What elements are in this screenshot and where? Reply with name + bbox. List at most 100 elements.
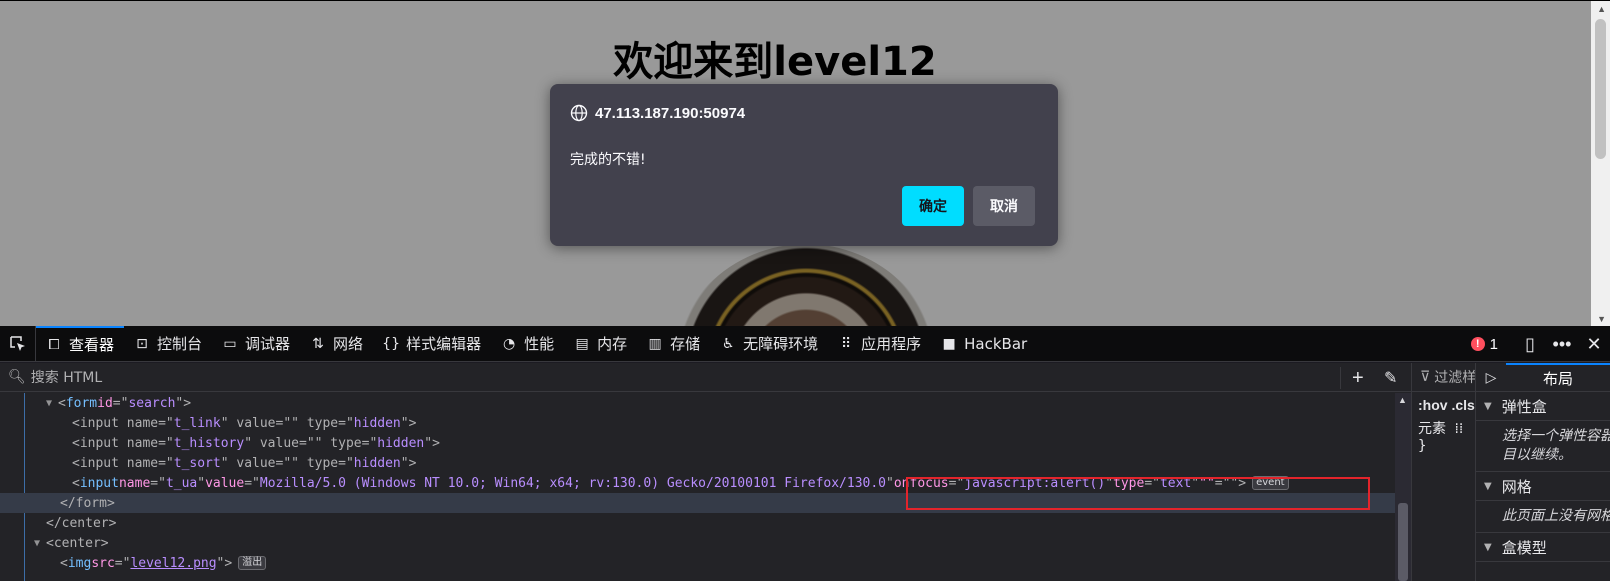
tree-node-img[interactable]: < img src =" level12.png "> 溢出 [0, 553, 1395, 573]
expand-toggle-icon[interactable]: ▼ [46, 398, 58, 409]
devtools-panel: ⧠ 查看器 ⊡ 控制台 ▭ 调试器 ⇅ 网络 {} 样式编辑器 ◔ 性能 ▤ 内… [0, 325, 1610, 581]
tab-layout[interactable]: 布局 [1506, 363, 1610, 392]
element-rule: 元素 ⁞⁞ [1412, 418, 1475, 438]
tree-node-input[interactable]: <input name=" t_link " value=" " type=" hidd… [0, 413, 1395, 433]
filter-input[interactable]: 过滤样式 [1434, 367, 1475, 387]
tab-style-editor[interactable]: {} 样式编辑器 [373, 326, 491, 362]
dialog-origin: 47.113.187.190:50974 [570, 104, 745, 122]
tab-accessibility[interactable]: ♿ 无障碍环境 [710, 326, 828, 362]
tree-node-form[interactable]: ▼ < form id =" search "> [0, 393, 1395, 413]
tab-label: 调试器 [245, 335, 291, 353]
error-counter[interactable]: ! 1 [1470, 335, 1498, 353]
tree-node-input[interactable]: <input name=" t_sort " value=" " type=" hidd… [0, 453, 1395, 473]
tab-debugger[interactable]: ▭ 调试器 [212, 326, 300, 362]
tab-label: 内存 [597, 335, 628, 353]
markup-pane: 🔍︎ 搜索 HTML + ✎ ▼ < form id =" search "> <inpu… [0, 363, 1411, 581]
eyedropper-icon[interactable]: ✎ [1384, 368, 1397, 388]
console-icon: ⊡ [136, 335, 148, 352]
tree-node-center[interactable]: ▼ <center> [0, 533, 1395, 553]
expand-toggle-icon[interactable]: ▼ [34, 538, 46, 549]
img-src-link[interactable]: level12.png [130, 556, 216, 571]
tab-label: 网络 [333, 335, 364, 353]
flexbox-section-header[interactable]: ▼ 弹性盒 [1476, 392, 1610, 421]
tab-hackbar[interactable]: ■ HackBar [931, 326, 1037, 362]
tree-node-center-close[interactable]: </center> [0, 513, 1395, 533]
rules-filter[interactable]: ⊽ 过滤样式 [1412, 363, 1475, 392]
globe-icon [570, 104, 588, 122]
tab-console[interactable]: ⊡ 控制台 [124, 326, 212, 362]
filter-icon: ⊽ [1420, 369, 1431, 385]
application-icon: ⠿ [841, 335, 852, 352]
tab-label: 应用程序 [861, 335, 922, 353]
page-scroll-thumb[interactable] [1595, 19, 1606, 159]
element-picker-button[interactable] [0, 325, 36, 362]
tab-label: 存储 [670, 335, 701, 353]
tab-label: 性能 [524, 335, 555, 353]
alert-dialog: 47.113.187.190:50974 完成的不错! 确定 取消 [550, 84, 1058, 246]
tab-storage[interactable]: ▥ 存储 [637, 326, 710, 362]
cancel-button[interactable]: 取消 [973, 186, 1035, 226]
divider [1340, 367, 1341, 389]
tree-scroll-thumb[interactable] [1398, 503, 1408, 581]
storage-icon: ▥ [648, 335, 662, 352]
annotation-highlight-box [906, 477, 1370, 510]
grid-section-header[interactable]: ▼ 网格 [1476, 472, 1610, 501]
tab-inspector[interactable]: ⧠ 查看器 [36, 325, 125, 362]
responsive-design-button[interactable]: ▯ [1514, 326, 1546, 362]
ok-button[interactable]: 确定 [902, 186, 964, 226]
error-count: 1 [1489, 335, 1498, 353]
page-scrollbar[interactable]: ▲ ▼ [1591, 1, 1610, 326]
rule-settings-icon[interactable]: ⁞⁞ [1454, 421, 1463, 437]
boxmodel-section-header[interactable]: ▼ 盒模型 [1476, 533, 1610, 562]
tab-application[interactable]: ⠿ 应用程序 [828, 326, 931, 362]
html-tree: ▼ < form id =" search "> <input name=" t_link "… [0, 393, 1395, 581]
tab-network[interactable]: ⇅ 网络 [300, 326, 373, 362]
tree-scrollbar[interactable]: ▲ [1395, 393, 1411, 581]
inspector-icon: ⧠ [48, 336, 60, 353]
scroll-up-icon[interactable]: ▲ [1398, 395, 1407, 405]
tab-performance[interactable]: ◔ 性能 [491, 326, 564, 362]
performance-icon: ◔ [502, 335, 516, 352]
dialog-message: 完成的不错! [570, 152, 646, 168]
search-icon: 🔍︎ [8, 369, 26, 385]
tab-label: 样式编辑器 [406, 335, 482, 353]
overflow-badge[interactable]: 溢出 [238, 556, 267, 570]
devtools-toolbar: ⧠ 查看器 ⊡ 控制台 ▭ 调试器 ⇅ 网络 {} 样式编辑器 ◔ 性能 ▤ 内… [0, 325, 1610, 362]
add-node-icon[interactable]: + [1352, 367, 1364, 390]
html-search-bar[interactable]: 🔍︎ 搜索 HTML [0, 363, 1411, 392]
debugger-icon: ▭ [223, 335, 237, 352]
accessibility-icon: ♿ [721, 335, 735, 352]
close-devtools-button[interactable]: ✕ [1578, 326, 1610, 362]
more-icon: ••• [1552, 333, 1572, 354]
tab-memory[interactable]: ▤ 内存 [564, 326, 637, 362]
rule-brace: } [1418, 438, 1427, 454]
toggle-sidebar-icon[interactable]: ▷ [1476, 369, 1506, 386]
page-viewport: 欢迎来到level12 ▲ ▼ 47.113.187.190:50974 完成的… [0, 0, 1610, 326]
tab-label: 控制台 [157, 335, 203, 353]
scroll-up-icon[interactable]: ▲ [1597, 4, 1606, 14]
tab-label: HackBar [964, 334, 1028, 353]
error-icon: ! [1470, 337, 1485, 351]
search-input[interactable]: 搜索 HTML [31, 367, 102, 387]
scroll-down-icon[interactable]: ▼ [1597, 314, 1606, 324]
element-rule-label: 元素 [1418, 421, 1446, 437]
devtools-toolbar-right: ! 1 ▯ ••• ✕ [1470, 326, 1610, 362]
more-options-button[interactable]: ••• [1546, 326, 1578, 362]
grid-section-body: 此页面上没有网格 [1476, 501, 1610, 533]
hackbar-icon: ■ [942, 335, 956, 352]
layout-pane: ▷ 布局 ▼ 弹性盒 选择一个弹性容器 目以继续。 ▼ 网格 此页面上没有网格 … [1475, 363, 1610, 581]
element-picker-icon [9, 335, 25, 351]
tree-node-input[interactable]: <input name=" t_history " value=" " type=" h… [0, 433, 1395, 453]
layout-tabbar: ▷ 布局 [1476, 363, 1610, 392]
flexbox-section-body: 选择一个弹性容器 目以继续。 [1476, 421, 1610, 472]
memory-icon: ▤ [575, 335, 589, 352]
caret-down-icon: ▼ [1484, 541, 1492, 553]
pseudo-class-toggles[interactable]: :hov .cls [1412, 392, 1475, 418]
tab-label: 查看器 [69, 336, 115, 354]
tab-label: 无障碍环境 [743, 335, 819, 353]
style-editor-icon: {} [382, 335, 400, 352]
rules-pane: ⊽ 过滤样式 :hov .cls 元素 ⁞⁞ } [1411, 363, 1475, 581]
responsive-design-icon: ▯ [1525, 333, 1535, 354]
caret-down-icon: ▼ [1484, 480, 1492, 492]
network-icon: ⇅ [312, 335, 324, 352]
